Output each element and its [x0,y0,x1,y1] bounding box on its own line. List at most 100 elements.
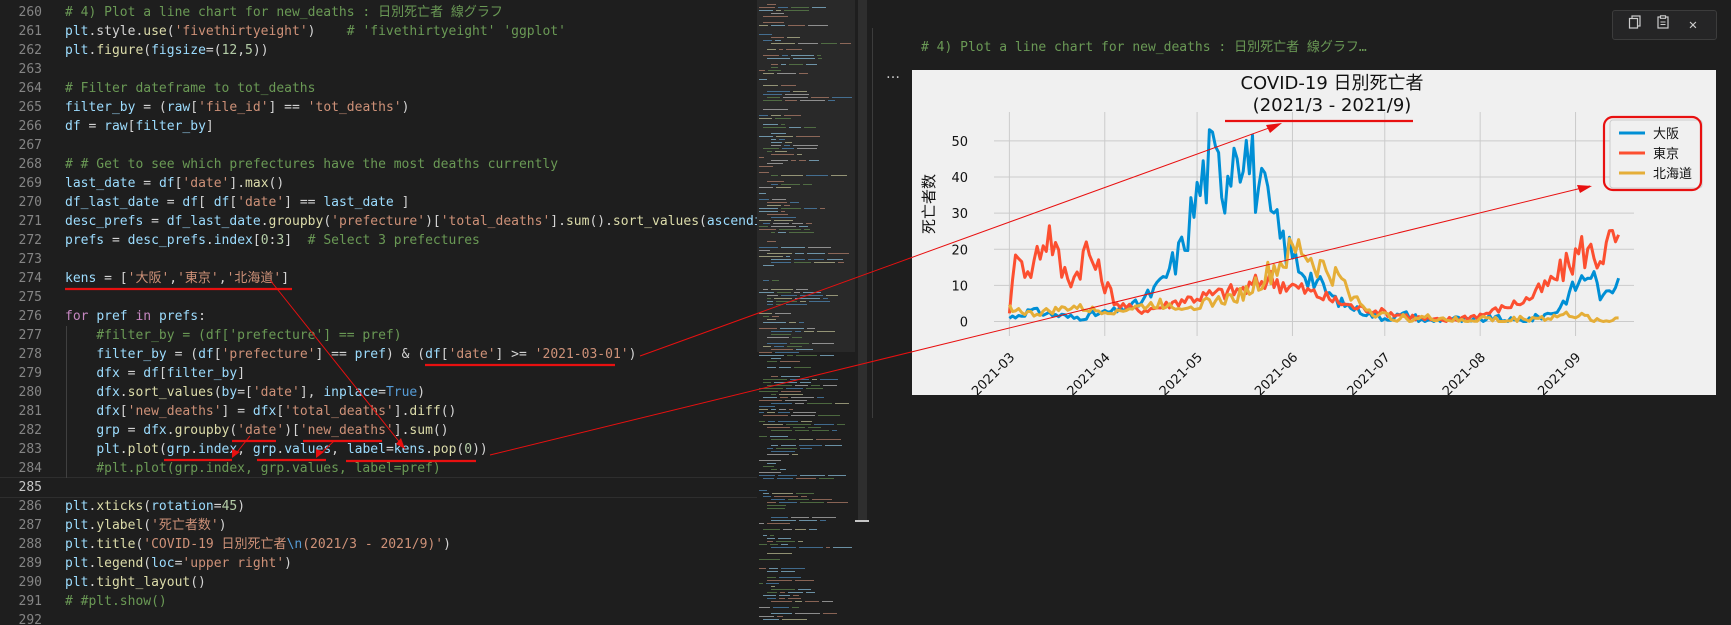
code-line[interactable]: 284 #plt.plot(grp.index, grp.values, lab… [0,459,757,478]
scrollbar-cursor-marker [855,520,869,522]
copy-button[interactable] [1625,15,1645,35]
minimap-line [767,49,776,50]
code-text[interactable]: dfx = df[filter_by] [65,364,245,383]
code-text[interactable]: plt.figure(figsize=(12,5)) [65,41,269,60]
code-text[interactable]: # # Get to see which prefectures have th… [65,155,558,174]
code-line[interactable]: 280 dfx.sort_values(by=['date'], inplace… [0,383,757,402]
editor-scrollbar[interactable] [855,0,869,625]
code-line[interactable]: 271 desc_prefs = df_last_date.groupby('pr… [0,212,757,231]
code-line[interactable]: 285 [0,477,757,498]
code-text[interactable]: plt.style.use('fivethirtyeight') # 'five… [65,22,566,41]
code-text[interactable]: plt.ylabel('死亡者数') [65,516,227,535]
code-line[interactable]: 266 df = raw[filter_by] [0,117,757,136]
line-number: 273 [18,252,42,267]
code-text[interactable]: grp = dfx.groupby('date')['new_deaths'].… [65,421,448,440]
code-line[interactable]: 274 kens = ['大阪','東京','北海道'] [0,269,757,288]
code-line[interactable]: 267 [0,136,757,155]
code-text[interactable]: plt.legend(loc='upper right') [65,554,292,573]
code-line[interactable]: 269 last_date = df['date'].max() [0,174,757,193]
close-output-button[interactable]: ✕ [1683,15,1703,35]
code-text[interactable]: dfx['new_deaths'] = dfx['total_deaths'].… [65,402,456,421]
minimap-line [803,292,821,293]
code-line[interactable]: 261 plt.style.use('fivethirtyeight') # 'f… [0,22,757,41]
code-line[interactable]: 286 plt.xticks(rotation=45) [0,497,757,516]
code-token: use [143,24,167,39]
code-text[interactable]: kens = ['大阪','東京','北海道'] [65,269,289,288]
code-text[interactable]: #plt.plot(grp.index, grp.values, label=p… [65,459,440,478]
code-line[interactable]: 260 # 4) Plot a line chart for new_deaths… [0,3,757,22]
editor-scrollbar-thumb[interactable] [858,0,867,520]
code-text[interactable]: plt.title('COVID-19 日別死亡者\n(2021/3 - 202… [65,535,451,554]
code-line[interactable]: 276 for pref in prefs: [0,307,757,326]
code-token: raw [166,100,191,115]
code-text[interactable]: #filter_by = (df['prefecture'] == pref) [65,326,401,345]
code-line[interactable]: 265 filter_by = (raw['file_id'] == 'tot_d… [0,98,757,117]
code-text[interactable]: # 4) Plot a line chart for new_deaths : … [65,3,503,22]
minimap-line [767,97,780,98]
minimap-line [771,409,776,410]
minimap-line [771,376,778,377]
code-token: desc_prefs [127,233,206,248]
code-text[interactable]: last_date = df['date'].max() [65,174,284,193]
line-number: 278 [18,347,42,362]
code-text[interactable]: # #plt.show() [65,592,167,611]
line-number: 275 [18,290,42,305]
code-text[interactable]: # Filter dateframe to tot_deaths [65,79,315,98]
code-token: tight_layout [96,575,191,590]
minimap-line [785,100,797,101]
y-tick-label: 0 [960,316,968,331]
code-line[interactable]: 277 #filter_by = (df['prefecture'] == pr… [0,326,757,345]
paste-button[interactable] [1653,15,1673,35]
code-token: raw [104,119,128,134]
line-number: 283 [18,442,42,457]
minimap-line [767,337,789,338]
code-line[interactable]: 262 plt.figure(figsize=(12,5)) [0,41,757,60]
code-line[interactable]: 273 [0,250,757,269]
code-token: last_date [323,195,394,210]
code-text[interactable]: plt.tight_layout() [65,573,206,592]
cell-source-preview[interactable]: # 4) Plot a line chart for new_deaths : … [921,36,1367,55]
code-text[interactable]: filter_by = (df['prefecture'] == pref) &… [65,345,636,364]
code-line[interactable]: 263 [0,60,757,79]
code-text[interactable]: df = raw[filter_by] [65,117,214,136]
code-line[interactable]: 281 dfx['new_deaths'] = dfx['total_death… [0,402,757,421]
code-text[interactable]: plt.plot(grp.index, grp.values, label=ke… [65,440,487,459]
minimap-line [767,448,773,449]
minimap-line [763,73,774,74]
code-line[interactable]: 282 grp = dfx.groupby('date')['new_death… [0,421,757,440]
minimap-line [780,328,804,329]
code-line[interactable]: 292 [0,611,757,625]
minimap-line [763,397,777,398]
code-text[interactable]: prefs = desc_prefs.index[0:3] # Select 3… [65,231,480,250]
code-line[interactable]: 291 # #plt.show() [0,592,757,611]
code-line[interactable]: 289 plt.legend(loc='upper right') [0,554,757,573]
cell-more-actions[interactable]: … [886,66,900,82]
code-text[interactable]: filter_by = (raw['file_id'] == 'tot_deat… [65,98,409,117]
code-line[interactable]: 283 plt.plot(grp.index, grp.values, labe… [0,440,757,459]
code-editor[interactable]: 260 # 4) Plot a line chart for new_deaths… [0,0,757,625]
minimap[interactable] [757,0,855,625]
code-line[interactable]: 270 df_last_date = df[ df['date'] == last… [0,193,757,212]
code-line[interactable]: 264 # Filter dateframe to tot_deaths [0,79,757,98]
minimap-slider[interactable] [757,0,855,352]
code-line[interactable]: 288 plt.title('COVID-19 日別死亡者\n(2021/3 - … [0,535,757,554]
code-text[interactable]: desc_prefs = df_last_date.groupby('prefe… [65,212,757,231]
code-line[interactable]: 279 dfx = df[filter_by] [0,364,757,383]
code-line[interactable]: 272 prefs = desc_prefs.index[0:3] # Selec… [0,231,757,250]
code-line[interactable]: 287 plt.ylabel('死亡者数') [0,516,757,535]
minimap-line [767,4,776,5]
minimap-line [759,568,766,569]
code-token: 'date' [448,347,496,362]
code-text[interactable]: for pref in prefs: [65,307,206,326]
line-number: 277 [18,328,42,343]
code-line[interactable]: 278 filter_by = (df['prefecture'] == pre… [0,345,757,364]
code-line[interactable]: 268 # # Get to see which prefectures have… [0,155,757,174]
code-token: index [198,442,238,457]
code-text[interactable]: df_last_date = df[ df['date'] == last_da… [65,193,409,212]
code-text[interactable]: plt.xticks(rotation=45) [65,497,245,516]
code-line[interactable]: 290 plt.tight_layout() [0,573,757,592]
minimap-line [798,43,818,44]
code-text[interactable]: dfx.sort_values(by=['date'], inplace=Tru… [65,383,425,402]
code-line[interactable]: 275 [0,288,757,307]
minimap-line [795,613,820,614]
